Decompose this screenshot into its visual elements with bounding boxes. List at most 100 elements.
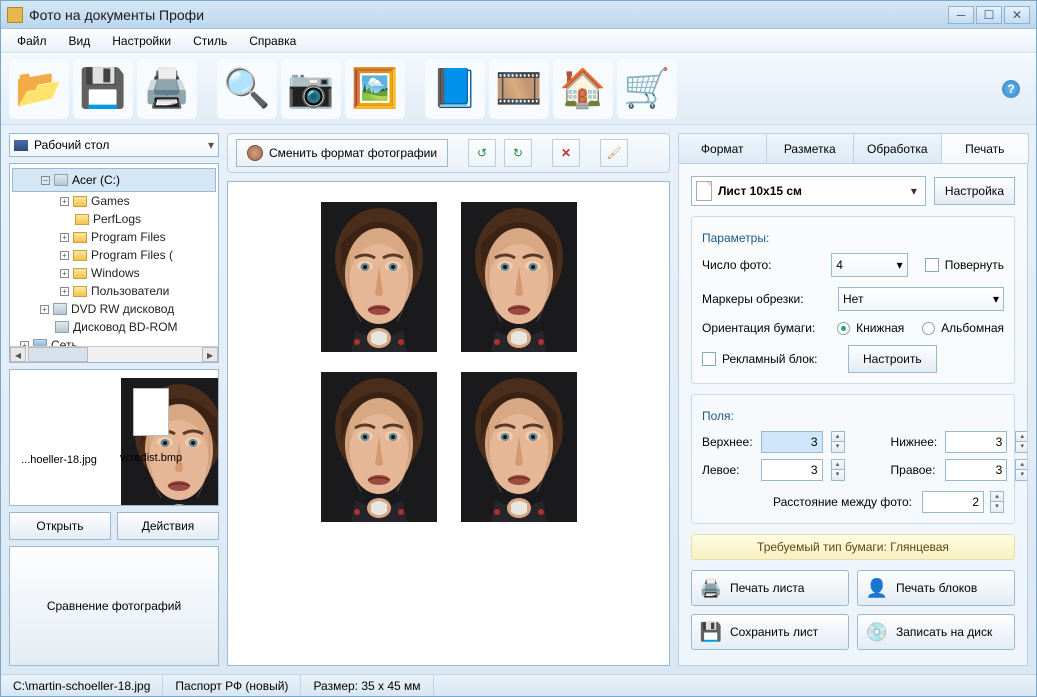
spinner[interactable]: ▴▾ xyxy=(831,459,845,481)
settings-button[interactable]: Настройка xyxy=(934,177,1015,205)
open-button[interactable]: Открыть xyxy=(9,512,111,540)
tab-format[interactable]: Формат xyxy=(678,133,767,163)
sheet-select[interactable]: Лист 10x15 см ▾ xyxy=(691,176,926,206)
spinner[interactable]: ▴▾ xyxy=(1015,459,1028,481)
delete-icon[interactable]: ✕ xyxy=(552,139,580,167)
cart-icon[interactable]: 🛒 xyxy=(617,59,677,119)
rotate-right-icon[interactable]: ↻ xyxy=(504,139,532,167)
margin-right-label: Правое: xyxy=(891,463,938,477)
print-icon[interactable]: 🖨️ xyxy=(137,59,197,119)
brush-icon[interactable]: 🖌 xyxy=(600,139,628,167)
change-format-button[interactable]: Сменить формат фотографии xyxy=(236,139,448,167)
close-button[interactable]: ✕ xyxy=(1004,6,1030,24)
menu-view[interactable]: Вид xyxy=(61,32,99,50)
adblock-label: Рекламный блок: xyxy=(722,352,842,366)
thumb-label: vcredist.bmp xyxy=(110,452,192,464)
rotate-left-icon[interactable]: ↺ xyxy=(468,139,496,167)
expander-icon[interactable]: + xyxy=(40,305,49,314)
print-sheet-button[interactable]: 🖨️Печать листа xyxy=(691,570,849,606)
expander-icon[interactable]: + xyxy=(60,197,69,206)
folder-icon xyxy=(73,196,87,207)
expander-icon[interactable]: − xyxy=(41,176,50,185)
adblock-checkbox[interactable] xyxy=(702,352,716,366)
margin-top-input[interactable] xyxy=(761,431,823,453)
tree-item[interactable]: Windows xyxy=(91,264,140,282)
scroll-right-icon[interactable]: ▸ xyxy=(202,347,218,362)
menu-file[interactable]: Файл xyxy=(9,32,55,50)
tree-item[interactable]: Дисковод BD-ROM xyxy=(73,318,178,336)
save-icon[interactable]: 💾 xyxy=(73,59,133,119)
tab-processing[interactable]: Обработка xyxy=(853,133,942,163)
dvd-icon xyxy=(53,303,67,315)
burn-disk-button[interactable]: 💿Записать на диск xyxy=(857,614,1015,650)
configure-button[interactable]: Настроить xyxy=(848,345,937,373)
window-title: Фото на документы Профи xyxy=(29,7,946,23)
photo-search-icon[interactable]: 🖼️ xyxy=(345,59,405,119)
thumbnail[interactable]: ...hoeller-18.jpg xyxy=(18,378,100,466)
orientation-landscape-radio[interactable] xyxy=(922,322,935,335)
expander-icon[interactable]: + xyxy=(60,251,69,260)
margin-left-input[interactable] xyxy=(761,459,823,481)
open-folder-icon[interactable]: 📂 xyxy=(9,59,69,119)
camera-icon[interactable]: 📷 xyxy=(281,59,341,119)
photo-cell[interactable] xyxy=(461,202,577,352)
location-combo[interactable]: Рабочий стол ▾ xyxy=(9,133,219,157)
spinner[interactable]: ▴▾ xyxy=(990,491,1004,513)
help-book-icon[interactable]: 📘 xyxy=(425,59,485,119)
photo-count-label: Число фото: xyxy=(702,258,825,272)
tree-item[interactable]: Program Files ( xyxy=(91,246,173,264)
spacing-input[interactable] xyxy=(922,491,984,513)
expander-icon[interactable]: + xyxy=(60,269,69,278)
folder-icon xyxy=(73,250,87,261)
margin-bottom-input[interactable] xyxy=(945,431,1007,453)
menu-style[interactable]: Стиль xyxy=(185,32,235,50)
photo-cell[interactable] xyxy=(321,372,437,522)
photo-grid xyxy=(321,202,577,522)
avatar-icon xyxy=(247,145,263,161)
tree-item[interactable]: Пользователи xyxy=(91,282,169,300)
home-icon[interactable]: 🏠 xyxy=(553,59,613,119)
print-blocks-button[interactable]: 👤Печать блоков xyxy=(857,570,1015,606)
main-area: Рабочий стол ▾ − Acer (C:) + Games PerfLog… xyxy=(1,125,1036,674)
expander-icon[interactable]: + xyxy=(60,233,69,242)
sheet-label: Лист 10x15 см xyxy=(718,184,907,198)
menubar: Файл Вид Настройки Стиль Справка xyxy=(1,29,1036,53)
tree-item[interactable]: Program Files xyxy=(91,228,166,246)
crop-select[interactable]: Нет▾ xyxy=(838,287,1004,311)
tree-item[interactable]: PerfLogs xyxy=(93,210,141,228)
scroll-left-icon[interactable]: ◂ xyxy=(10,347,26,362)
spinner[interactable]: ▴▾ xyxy=(831,431,845,453)
thumbnail[interactable]: vcredist.bmp xyxy=(110,378,192,464)
photo-cell[interactable] xyxy=(461,372,577,522)
rotate-checkbox[interactable] xyxy=(925,258,938,272)
params-group: Параметры: Число фото: 4▾ Повернуть Марк… xyxy=(691,216,1015,384)
orientation-portrait-radio[interactable] xyxy=(837,322,850,335)
folder-tree[interactable]: − Acer (C:) + Games PerfLogs + Program File… xyxy=(9,163,219,363)
tab-layout[interactable]: Разметка xyxy=(766,133,855,163)
help-icon[interactable]: ? xyxy=(1002,80,1020,98)
film-reel-icon[interactable]: 🎞️ xyxy=(489,59,549,119)
menu-settings[interactable]: Настройки xyxy=(104,32,179,50)
minimize-button[interactable]: ─ xyxy=(948,6,974,24)
orientation-portrait-label: Книжная xyxy=(856,321,904,335)
tab-print[interactable]: Печать xyxy=(941,133,1030,163)
actions-button[interactable]: Действия xyxy=(117,512,219,540)
expander-icon[interactable]: + xyxy=(60,287,69,296)
thumb-label: ...hoeller-18.jpg xyxy=(18,454,100,466)
menu-help[interactable]: Справка xyxy=(241,32,304,50)
location-label: Рабочий стол xyxy=(34,138,109,152)
photo-count-select[interactable]: 4▾ xyxy=(831,253,907,277)
maximize-button[interactable]: ☐ xyxy=(976,6,1002,24)
tree-item[interactable]: DVD RW дисковод xyxy=(71,300,174,318)
compare-button[interactable]: Сравнение фотографий xyxy=(9,546,219,667)
spinner[interactable]: ▴▾ xyxy=(1015,431,1028,453)
margin-bottom-label: Нижнее: xyxy=(891,435,938,449)
photo-cell[interactable] xyxy=(321,202,437,352)
margin-right-input[interactable] xyxy=(945,459,1007,481)
person-search-icon[interactable]: 🔍 xyxy=(217,59,277,119)
save-sheet-button[interactable]: 💾Сохранить лист xyxy=(691,614,849,650)
tree-item[interactable]: Acer (C:) xyxy=(72,171,120,189)
tree-item[interactable]: Games xyxy=(91,192,130,210)
horizontal-scrollbar[interactable]: ◂ ▸ xyxy=(10,346,218,362)
scroll-thumb[interactable] xyxy=(28,347,88,362)
